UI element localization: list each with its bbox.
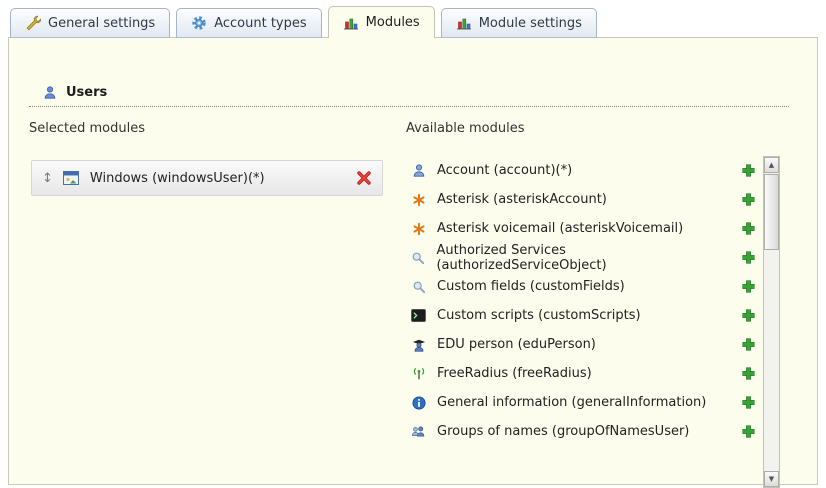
asterisk-icon: [410, 193, 427, 207]
asterisk-icon: [410, 222, 427, 236]
content-panel: Users Selected modules Available modules…: [8, 37, 818, 485]
window-image-icon: [63, 171, 80, 185]
list-item: Groups of names (groupOfNamesUser): [406, 417, 762, 446]
list-item: FreeRadius (freeRadius): [406, 359, 762, 388]
module-label: EDU person (eduPerson): [437, 337, 596, 352]
magnifier-icon: [410, 251, 426, 265]
selected-module-label: Windows (windowsUser)(*): [90, 171, 265, 186]
add-module-button[interactable]: [741, 279, 756, 294]
module-label: Account (account)(*): [437, 163, 572, 178]
user-icon: [43, 85, 57, 100]
graduate-icon: [410, 338, 427, 352]
section-heading-users: Users: [43, 85, 107, 100]
scroll-up-icon[interactable]: ▲: [764, 157, 779, 173]
tab-modules[interactable]: Modules: [328, 6, 435, 38]
list-item: Account (account)(*): [406, 156, 762, 185]
module-label: General information (generalInformation): [437, 395, 706, 410]
list-item: Asterisk voicemail (asteriskVoicemail): [406, 214, 762, 243]
add-module-button[interactable]: [741, 366, 756, 381]
tab-general-settings[interactable]: General settings: [10, 8, 170, 38]
tab-label: Module settings: [479, 16, 582, 31]
available-modules-heading: Available modules: [406, 121, 524, 136]
list-item: EDU person (eduPerson): [406, 330, 762, 359]
section-divider: [29, 106, 789, 107]
bar-chart-icon: [343, 15, 359, 31]
module-label: Groups of names (groupOfNamesUser): [437, 424, 689, 439]
terminal-icon: [410, 309, 427, 322]
module-label: Custom scripts (customScripts): [437, 308, 641, 323]
selected-module-row[interactable]: ↕ Windows (windowsUser)(*): [31, 160, 383, 196]
add-module-button[interactable]: [741, 192, 756, 207]
tab-account-types[interactable]: Account types: [176, 8, 321, 38]
info-icon: [410, 396, 427, 410]
module-label: Custom fields (customFields): [437, 279, 625, 294]
module-label: Authorized Services (authorizedServiceOb…: [436, 243, 731, 273]
antenna-icon: [410, 367, 427, 381]
add-module-button[interactable]: [741, 424, 756, 439]
add-module-button[interactable]: [741, 250, 756, 265]
scroll-down-icon[interactable]: ▼: [764, 471, 779, 487]
gear-icon: [191, 15, 207, 31]
section-title: Users: [66, 85, 107, 100]
tab-label: Modules: [366, 15, 420, 30]
tab-module-settings[interactable]: Module settings: [441, 8, 597, 38]
tab-bar: General settings Account types Modules M…: [10, 7, 597, 38]
tab-label: Account types: [214, 16, 306, 31]
scrollbar[interactable]: ▲ ▼: [763, 156, 780, 488]
add-module-button[interactable]: [741, 308, 756, 323]
wrench-icon: [25, 15, 41, 31]
list-item: Custom scripts (customScripts): [406, 301, 762, 330]
remove-module-button[interactable]: [356, 170, 372, 186]
list-item: Custom fields (customFields): [406, 272, 762, 301]
list-item: Asterisk (asteriskAccount): [406, 185, 762, 214]
list-item: Authorized Services (authorizedServiceOb…: [406, 243, 762, 272]
tab-label: General settings: [48, 16, 155, 31]
list-item: General information (generalInformation): [406, 388, 762, 417]
add-module-button[interactable]: [741, 163, 756, 178]
available-modules-list: Account (account)(*) Asterisk (asteriskA…: [406, 156, 762, 446]
user-icon: [410, 163, 427, 178]
magnifier-icon: [410, 280, 427, 294]
drag-handle-icon[interactable]: ↕: [42, 172, 53, 185]
add-module-button[interactable]: [741, 221, 756, 236]
bar-chart-icon: [456, 15, 472, 31]
module-label: Asterisk (asteriskAccount): [437, 192, 607, 207]
add-module-button[interactable]: [741, 395, 756, 410]
group-icon: [410, 425, 427, 439]
scrollbar-thumb[interactable]: [764, 174, 779, 250]
module-label: FreeRadius (freeRadius): [437, 366, 592, 381]
module-label: Asterisk voicemail (asteriskVoicemail): [437, 221, 683, 236]
selected-modules-heading: Selected modules: [29, 121, 145, 136]
add-module-button[interactable]: [741, 337, 756, 352]
